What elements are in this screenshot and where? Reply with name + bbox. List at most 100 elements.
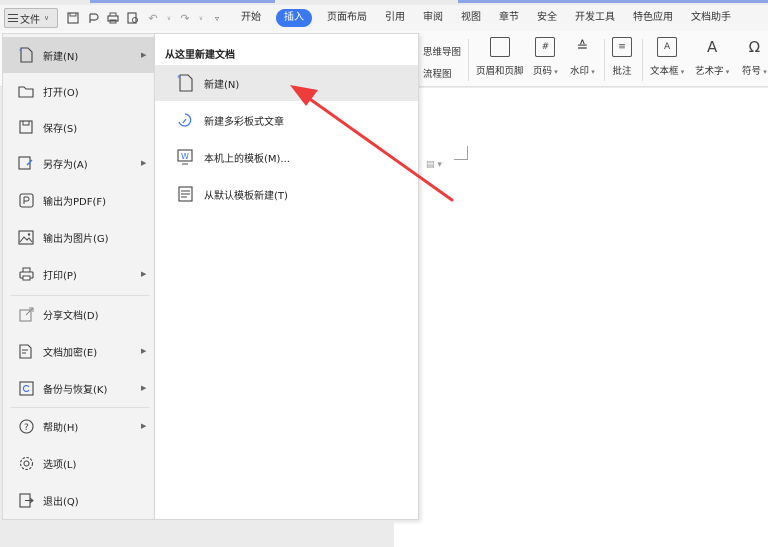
status-area [0,520,394,547]
page-number-icon: # [535,37,556,57]
redo-icon[interactable]: ↷ [178,11,192,25]
comment-icon: ≡ [612,37,632,57]
chevron-right-icon: ▶ [141,422,147,430]
submenu-new-blank[interactable]: * 新建(N) [155,65,418,101]
file-menu-button[interactable]: 文件 ∨ [4,8,58,28]
file-menu-new[interactable]: * 新建(N) ▶ [3,37,155,73]
paste-options-icon[interactable]: ▤ ▾ [426,160,442,170]
file-menu-help[interactable]: ? 帮助(H) ▶ [3,408,155,444]
backup-icon [18,380,34,396]
chevron-right-icon: ▶ [141,347,147,355]
tab-features[interactable]: 特色应用 [624,9,682,27]
header-footer-icon [489,37,510,57]
page-corner-mark [454,146,468,160]
header-footer-button[interactable]: 页眉和页脚 [476,37,524,77]
file-menu-exit[interactable]: 退出(Q) [3,482,155,518]
submenu-local-templates[interactable]: W 本机上的模板(M)... [155,139,418,175]
symbol-button[interactable]: Ω 符号 ▾ [742,37,767,77]
ribbon-separator [604,39,605,81]
mindmap-button[interactable]: 思维导图 [423,44,461,58]
chevron-right-icon: ▶ [141,270,147,278]
file-menu-encrypt[interactable]: 文档加密(E) ▶ [3,333,155,369]
new-doc-icon: * [18,47,34,63]
tab-page-layout[interactable]: 页面布局 [318,9,376,27]
textbox-icon: A [657,37,678,57]
submenu-new-colorful-article[interactable]: 新建多彩板式文章 [155,102,418,138]
exit-icon [18,492,34,508]
tab-references[interactable]: 引用 [376,9,414,27]
svg-text:*: * [177,74,181,82]
svg-text:?: ? [24,423,29,433]
print-preview-icon[interactable] [126,11,140,25]
document-page[interactable]: ▤ ▾ [394,88,768,547]
submenu-title: 从这里新建文档 [165,50,235,61]
omega-icon: Ω [748,38,761,56]
file-menu-options[interactable]: 选项(L) [3,445,155,481]
hamburger-icon [8,14,18,22]
tab-chapter[interactable]: 章节 [490,9,528,27]
save-icon[interactable] [66,11,80,25]
colorful-article-icon [177,111,193,129]
redo-dropdown-icon[interactable]: ∨ [198,11,204,25]
page-corner-mark [467,146,468,160]
watermark-icon: ≙ [576,39,589,55]
tab-review[interactable]: 审阅 [414,9,452,27]
tab-home[interactable]: 开始 [232,9,270,27]
share-icon [18,306,34,322]
tab-insert[interactable]: 插入 [276,9,312,27]
chevron-right-icon: ▶ [141,384,147,392]
ribbon-separator [468,39,469,81]
flowchart-button[interactable]: 流程图 [423,66,452,80]
tab-doc-assistant[interactable]: 文档助手 [682,9,740,27]
window-accent-right [458,0,768,3]
tab-view[interactable]: 视图 [452,9,490,27]
print-icon [18,266,34,282]
file-menu-panel: * 新建(N) ▶ 打开(O) 保存(S) 另存为(A) ▶ 输出为PDF(F)… [2,33,155,520]
gear-icon [18,455,34,471]
svg-text:*: * [19,48,22,55]
file-menu-backup[interactable]: 备份与恢复(K) ▶ [3,370,155,406]
export-pdf-icon[interactable] [86,11,100,25]
comment-button[interactable]: ≡ 批注 [612,37,632,77]
file-menu-open[interactable]: 打开(O) [3,73,155,109]
ribbon-separator [642,39,643,81]
pdf-icon [18,192,34,208]
print-icon[interactable] [106,11,120,25]
folder-icon [18,83,34,99]
image-icon [18,229,34,245]
watermark-button[interactable]: ≙ 水印 ▾ [570,37,595,77]
page-number-button[interactable]: # 页码 ▾ [533,37,558,77]
new-submenu-panel: 从这里新建文档 * 新建(N) 新建多彩板式文章 W 本机上的模板(M)... … [154,33,419,520]
file-menu-print[interactable]: 打印(P) ▶ [3,256,155,292]
default-template-icon [177,185,193,203]
tab-security[interactable]: 安全 [528,9,566,27]
chevron-right-icon: ▶ [141,51,147,59]
svg-text:W: W [181,152,189,161]
template-icon: W [177,148,193,166]
quick-access-toolbar: ↶ ∨ ↷ ∨ ▿ [66,11,224,25]
file-menu-export-pdf[interactable]: 输出为PDF(F) [3,182,155,218]
save-icon [18,119,34,135]
undo-icon[interactable]: ↶ [146,11,160,25]
help-icon: ? [18,418,34,434]
chevron-right-icon: ▶ [141,159,147,167]
tab-developer[interactable]: 开发工具 [566,9,624,27]
blank-doc-icon: * [177,74,193,92]
save-as-icon [18,155,34,171]
chevron-down-icon: ∨ [44,14,50,22]
wordart-icon: A [706,38,718,56]
window-accent-left [90,0,275,3]
menu-bar: 文件 ∨ ↶ ∨ ↷ ∨ ▿ 开始 插入 页面布局 引用 审阅 视图 章节 安全… [0,5,768,31]
customize-toolbar-icon[interactable]: ▿ [210,11,224,25]
textbox-button[interactable]: A 文本框 ▾ [650,37,684,77]
encrypt-icon [18,343,34,359]
file-label: 文件 [20,14,40,26]
submenu-default-template[interactable]: 从默认模板新建(T) [155,176,418,212]
undo-dropdown-icon[interactable]: ∨ [166,11,172,25]
file-menu-save[interactable]: 保存(S) [3,109,155,145]
file-menu-export-image[interactable]: 输出为图片(G) [3,219,155,255]
file-menu-save-as[interactable]: 另存为(A) ▶ [3,145,155,181]
file-menu-share[interactable]: 分享文档(D) [3,296,155,332]
ribbon-tabs: 开始 插入 页面布局 引用 审阅 视图 章节 安全 开发工具 特色应用 文档助手 [232,9,740,27]
wordart-button[interactable]: A 艺术字 ▾ [695,37,729,77]
